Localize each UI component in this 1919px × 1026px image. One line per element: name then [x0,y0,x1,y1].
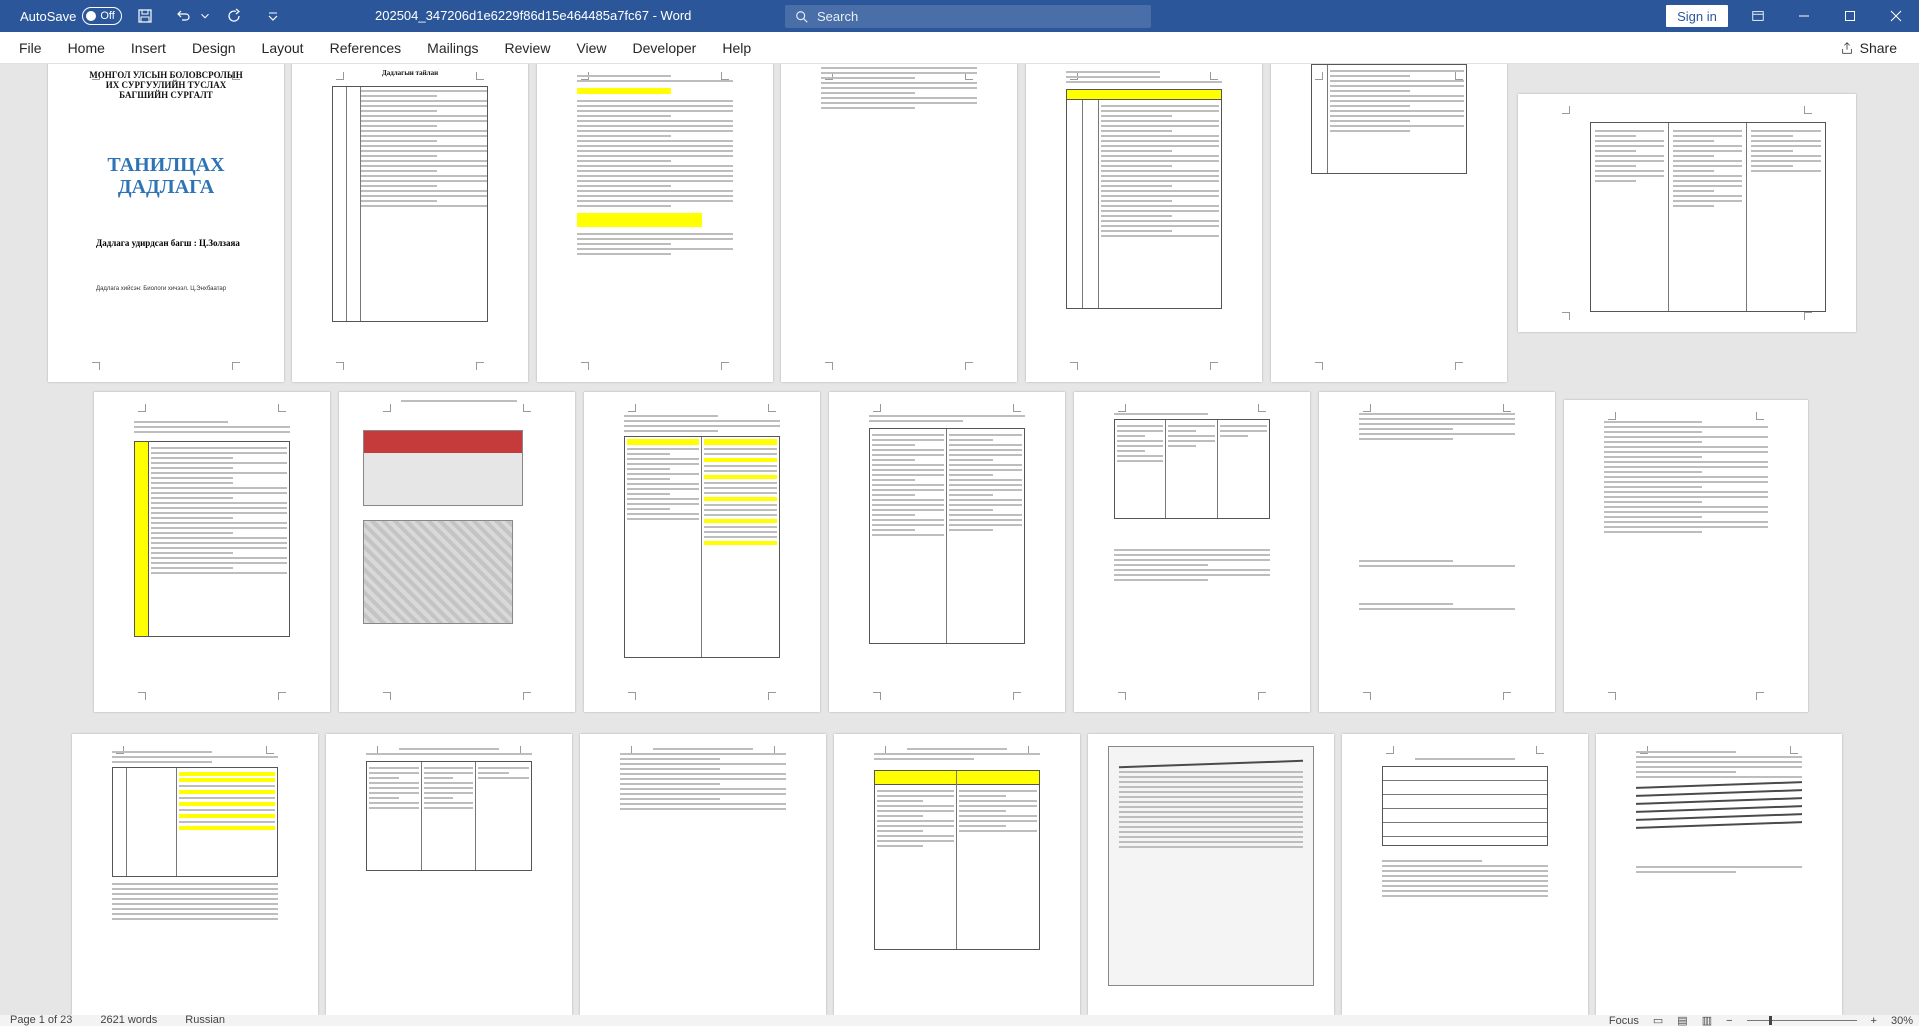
page-5[interactable] [1026,64,1262,382]
autosave-state: Off [100,10,115,22]
tab-home[interactable]: Home [55,32,118,64]
page-21[interactable] [1596,734,1842,1015]
share-label: Share [1859,40,1897,56]
ribbon-tabs: File Home Insert Design Layout Reference… [0,32,1919,64]
page-13[interactable] [1319,392,1555,712]
sign-in-button[interactable]: Sign in [1666,5,1728,27]
ribbon-display-options-icon[interactable] [1740,0,1776,32]
tab-view[interactable]: View [563,32,619,64]
page-15[interactable] [72,734,318,1015]
cover-header: МОНГОЛ УЛСЫН БОЛОВСРОЛЫН ИХ СУРГУУЛИЙН Т… [89,70,243,100]
page-10[interactable] [584,392,820,712]
floor-plan-photo-2 [363,520,513,624]
page-19[interactable] [1088,734,1334,1015]
tab-file[interactable]: File [6,32,55,64]
tab-review[interactable]: Review [492,32,564,64]
minimize-icon[interactable] [1781,0,1827,32]
page-6[interactable] [1271,64,1507,382]
page-14[interactable] [1564,400,1808,712]
page-8[interactable] [94,392,330,712]
web-layout-icon[interactable]: ▥ [1702,1014,1712,1026]
search-placeholder: Search [817,9,859,24]
tab-design[interactable]: Design [179,32,249,64]
page-17[interactable] [580,734,826,1015]
language-indicator[interactable]: Russian [185,1015,225,1026]
share-icon [1841,42,1852,54]
customize-toolbar-icon[interactable] [258,0,288,32]
page-11[interactable] [829,392,1065,712]
cover-supervisor: Дадлага удирдсан багш : Ц.Золзаяа [96,238,240,248]
print-layout-icon[interactable]: ▤ [1677,1014,1687,1026]
page-4[interactable] [781,64,1017,382]
zoom-in-icon[interactable]: + [1871,1015,1877,1026]
zoom-level[interactable]: 30% [1891,1015,1913,1026]
focus-label: Focus [1608,1014,1639,1026]
zoom-out-icon[interactable]: − [1726,1015,1732,1026]
status-bar: Page 1 of 23 2621 words Russian Focus ▭ … [0,1015,1919,1026]
undo-icon[interactable] [168,0,198,32]
undo-dropdown-icon[interactable] [198,0,212,32]
search-icon [796,10,808,23]
search-box[interactable]: Search [785,5,1151,28]
cover-title: ТАНИЛЦАХ ДАДЛАГА [107,154,225,198]
tab-insert[interactable]: Insert [118,32,179,64]
page-7[interactable] [1518,94,1856,332]
tab-mailings[interactable]: Mailings [414,32,491,64]
read-mode-icon[interactable]: ▭ [1653,1014,1663,1026]
autosave-control[interactable]: AutoSave Off [20,7,123,25]
tab-references[interactable]: References [317,32,415,64]
page-12[interactable] [1074,392,1310,712]
tab-layout[interactable]: Layout [249,32,317,64]
page-9[interactable] [339,392,575,712]
save-icon[interactable] [130,0,160,32]
autosave-toggle[interactable]: Off [82,7,123,25]
document-title: 202504_347206d1e6229f86d15e464485a7fc67 … [375,8,692,23]
page-2[interactable]: Дадлагын тайлан [292,64,528,382]
focus-mode[interactable]: Focus [1609,1015,1639,1026]
view-controls: Focus ▭ ▤ ▥ − + 30% [1609,1015,1913,1026]
window-controls [1781,0,1919,32]
page-count[interactable]: Page 1 of 23 [10,1015,72,1026]
page-20[interactable] [1342,734,1588,1015]
toggle-knob [86,11,97,21]
scanned-form-photo [1108,746,1314,986]
zoom-slider-thumb[interactable] [1768,1016,1772,1025]
page-3[interactable] [537,64,773,382]
maximize-icon[interactable] [1827,0,1873,32]
share-button[interactable]: Share [1832,36,1905,60]
word-count[interactable]: 2621 words [100,1015,157,1026]
document-canvas[interactable]: МОНГОЛ УЛСЫН БОЛОВСРОЛЫН ИХ СУРГУУЛИЙН Т… [0,64,1919,1015]
page-2-title: Дадлагын тайлан [381,69,439,77]
page-16[interactable] [326,734,572,1015]
autosave-label: AutoSave [20,8,77,24]
tab-developer[interactable]: Developer [620,32,710,64]
page-18[interactable] [834,734,1080,1015]
zoom-slider[interactable] [1746,1016,1857,1025]
floor-plan-photo-1 [363,430,523,506]
cover-footer: Дадлага хийсэн: Биологи хичээл. Ц.Энхбаа… [96,286,227,292]
page-1[interactable]: МОНГОЛ УЛСЫН БОЛОВСРОЛЫН ИХ СУРГУУЛИЙН Т… [48,64,284,382]
tab-help[interactable]: Help [709,32,764,64]
close-icon[interactable] [1873,0,1919,32]
redo-icon[interactable] [220,0,250,32]
title-bar: AutoSave Off 202504_347206d1e6229f86d15e… [0,0,1919,32]
